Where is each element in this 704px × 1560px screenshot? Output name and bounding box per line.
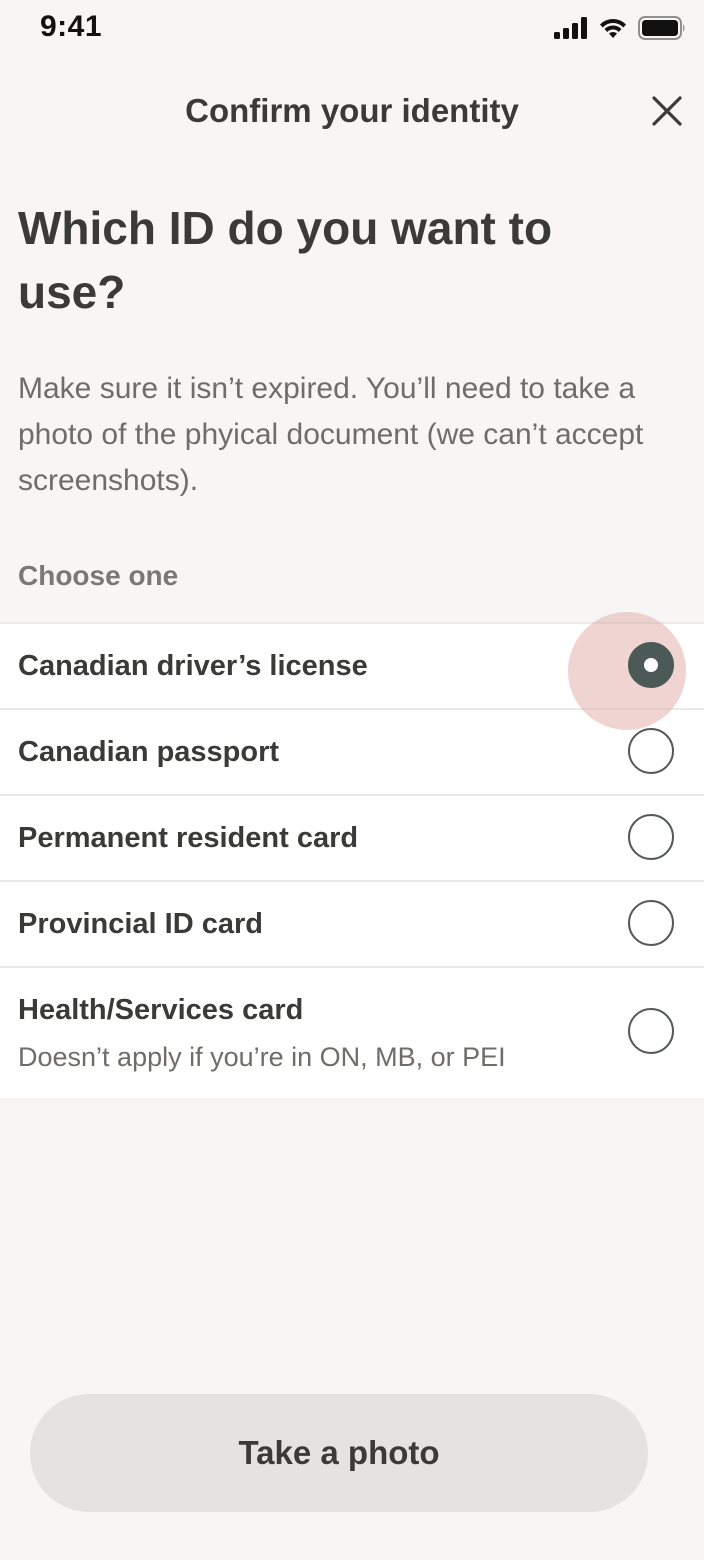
signal-icon <box>554 17 588 44</box>
option-label: Canadian passport <box>18 736 280 768</box>
option-drivers-license[interactable]: Canadian driver’s license <box>0 612 704 730</box>
option-label: Provincial ID card <box>18 908 263 940</box>
header-title: Confirm your identity <box>185 92 519 129</box>
battery-icon <box>638 16 686 45</box>
option-label: Health/Services card <box>18 994 304 1026</box>
radio-button[interactable] <box>628 728 674 774</box>
option-passport[interactable]: Canadian passport <box>0 710 704 796</box>
status-time: 9:41 <box>40 10 103 43</box>
status-icons <box>554 16 686 45</box>
option-label: Canadian driver’s license <box>18 650 368 682</box>
page-description: Make sure it isn’t expired. You’ll need … <box>18 372 644 497</box>
take-photo-button[interactable]: Take a photo <box>30 1394 648 1512</box>
page-heading: Which ID do you want to use? <box>18 202 553 318</box>
section-label: Choose one <box>18 560 179 591</box>
status-bar: 9:41 <box>0 0 704 60</box>
close-button[interactable] <box>644 90 690 136</box>
option-sublabel: Doesn’t apply if you’re in ON, MB, or PE… <box>18 1042 506 1072</box>
option-health-services-card[interactable]: Health/Services card Doesn’t apply if yo… <box>0 968 704 1098</box>
option-provincial-id-card[interactable]: Provincial ID card <box>0 882 704 968</box>
option-label: Permanent resident card <box>18 822 359 854</box>
id-options-list: Canadian driver’s license Canadian passp… <box>0 612 704 1098</box>
close-icon <box>652 95 682 131</box>
radio-button-selected[interactable] <box>628 642 674 688</box>
wifi-icon <box>598 17 628 44</box>
header: Confirm your identity <box>0 78 704 150</box>
radio-button[interactable] <box>628 900 674 946</box>
radio-button[interactable] <box>628 814 674 860</box>
radio-button[interactable] <box>628 1008 674 1054</box>
option-permanent-resident-card[interactable]: Permanent resident card <box>0 796 704 882</box>
